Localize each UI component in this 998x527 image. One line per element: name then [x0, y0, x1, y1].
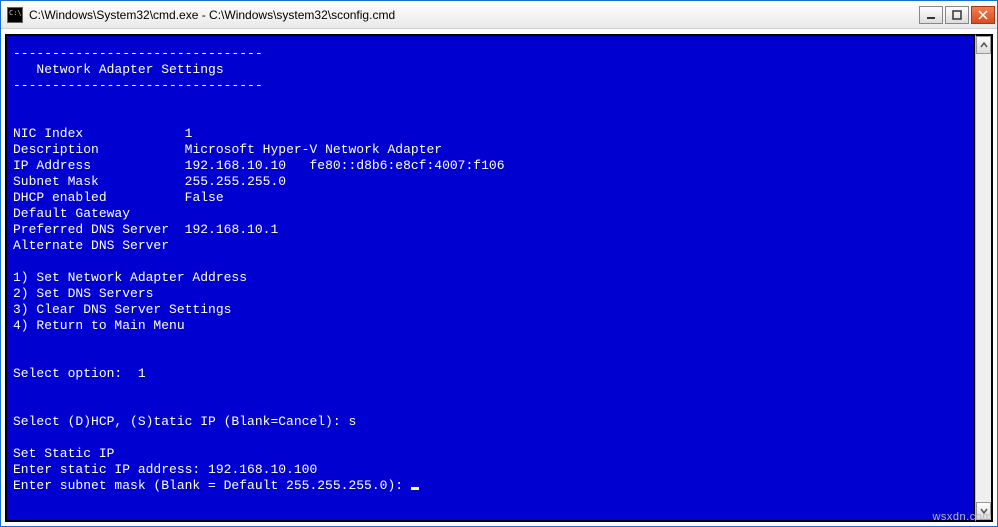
menu-opt1: 1) Set Network Adapter Address: [13, 270, 967, 286]
maximize-button[interactable]: [945, 6, 969, 24]
cmd-icon: [7, 7, 23, 23]
window-controls: [919, 6, 995, 24]
close-button[interactable]: [971, 6, 995, 24]
field-nic-index: NIC Index 1: [13, 126, 967, 142]
vertical-scrollbar[interactable]: [975, 34, 993, 522]
field-ip: IP Address 192.168.10.10 fe80::d8b6:e8cf…: [13, 158, 967, 174]
header-rule-bottom: --------------------------------: [13, 78, 967, 94]
chevron-up-icon: [980, 41, 988, 49]
field-pref-dns: Preferred DNS Server 192.168.10.1: [13, 222, 967, 238]
window-title: C:\Windows\System32\cmd.exe - C:\Windows…: [29, 8, 919, 22]
close-icon: [978, 10, 988, 20]
field-description: Description Microsoft Hyper-V Network Ad…: [13, 142, 967, 158]
menu-opt3: 3) Clear DNS Server Settings: [13, 302, 967, 318]
menu-opt2: 2) Set DNS Servers: [13, 286, 967, 302]
prompt-subnet: Enter subnet mask (Blank = Default 255.2…: [13, 478, 967, 494]
menu-opt4: 4) Return to Main Menu: [13, 318, 967, 334]
field-alt-dns: Alternate DNS Server: [13, 238, 967, 254]
prompt-static-ip: Enter static IP address: 192.168.10.100: [13, 462, 967, 478]
prompt-dhcp-static: Select (D)HCP, (S)tatic IP (Blank=Cancel…: [13, 414, 967, 430]
scroll-up-button[interactable]: [976, 36, 991, 54]
client-area: -------------------------------- Network…: [1, 29, 997, 526]
field-dhcp: DHCP enabled False: [13, 190, 967, 206]
titlebar[interactable]: C:\Windows\System32\cmd.exe - C:\Windows…: [1, 1, 997, 29]
field-gateway: Default Gateway: [13, 206, 967, 222]
prompt-select-option: Select option: 1: [13, 366, 967, 382]
console-output[interactable]: -------------------------------- Network…: [5, 34, 975, 522]
maximize-icon: [952, 10, 962, 20]
cmd-window: C:\Windows\System32\cmd.exe - C:\Windows…: [0, 0, 998, 527]
set-static-header: Set Static IP: [13, 446, 967, 462]
minimize-button[interactable]: [919, 6, 943, 24]
field-subnet: Subnet Mask 255.255.255.0: [13, 174, 967, 190]
header-title: Network Adapter Settings: [13, 62, 967, 78]
watermark: wsxdn.com: [932, 511, 992, 523]
minimize-icon: [926, 10, 936, 20]
header-rule-top: --------------------------------: [13, 46, 967, 62]
scroll-track[interactable]: [976, 54, 991, 502]
cursor: [411, 487, 419, 490]
